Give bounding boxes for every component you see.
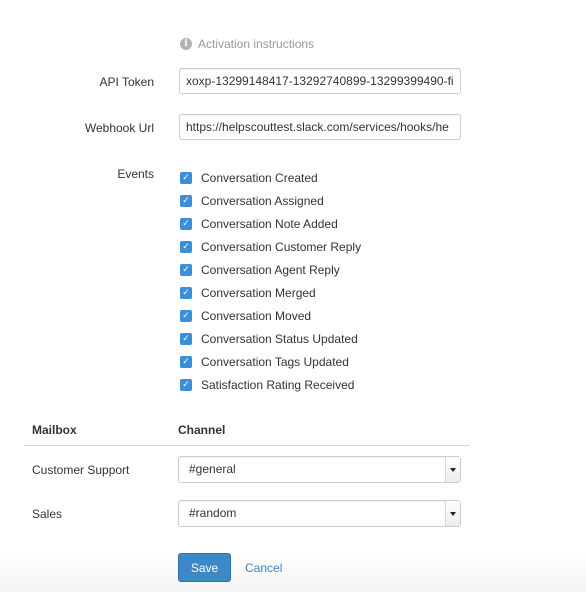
events-checkbox-list: ✓ Conversation Created ✓ Conversation Assi… bbox=[180, 166, 361, 396]
channel-column-header: Channel bbox=[178, 423, 226, 437]
checkbox-checked-icon[interactable]: ✓ bbox=[180, 286, 192, 299]
event-conversation-assigned[interactable]: ✓ Conversation Assigned bbox=[180, 189, 361, 212]
select-value: #random bbox=[189, 506, 237, 520]
bottom-fade bbox=[0, 552, 586, 592]
event-conversation-moved[interactable]: ✓ Conversation Moved bbox=[180, 304, 361, 327]
mailbox-column-header: Mailbox bbox=[32, 423, 77, 437]
checkbox-checked-icon[interactable]: ✓ bbox=[180, 263, 192, 276]
mailbox-name: Sales bbox=[32, 507, 63, 521]
mailbox-name: Customer Support bbox=[32, 463, 130, 477]
checkbox-checked-icon[interactable]: ✓ bbox=[180, 171, 192, 184]
webhook-url-label: Webhook Url bbox=[84, 121, 154, 135]
event-label: Conversation Customer Reply bbox=[201, 239, 362, 254]
checkbox-checked-icon[interactable]: ✓ bbox=[180, 332, 192, 345]
event-conversation-note-added[interactable]: ✓ Conversation Note Added bbox=[180, 212, 361, 235]
event-conversation-tags-updated[interactable]: ✓ Conversation Tags Updated bbox=[180, 350, 361, 373]
checkbox-checked-icon[interactable]: ✓ bbox=[180, 378, 192, 391]
event-label: Conversation Assigned bbox=[201, 193, 324, 208]
event-conversation-agent-reply[interactable]: ✓ Conversation Agent Reply bbox=[180, 258, 361, 281]
checkbox-checked-icon[interactable]: ✓ bbox=[180, 309, 192, 322]
checkbox-checked-icon[interactable]: ✓ bbox=[180, 217, 192, 230]
event-label: Conversation Agent Reply bbox=[201, 262, 340, 277]
events-label: Events bbox=[117, 167, 154, 181]
select-value: #general bbox=[189, 462, 236, 476]
info-icon: i bbox=[180, 38, 192, 50]
checkbox-checked-icon[interactable]: ✓ bbox=[180, 194, 192, 207]
channel-select-customer-support[interactable]: #general bbox=[178, 456, 461, 483]
channel-select-sales[interactable]: #random bbox=[178, 500, 461, 527]
api-token-label: API Token bbox=[99, 75, 154, 89]
webhook-url-input[interactable]: https://helpscouttest.slack.com/services… bbox=[179, 114, 461, 140]
dropdown-arrow-icon[interactable] bbox=[445, 457, 460, 482]
event-conversation-merged[interactable]: ✓ Conversation Merged bbox=[180, 281, 361, 304]
save-button[interactable]: Save bbox=[178, 553, 231, 582]
cancel-link[interactable]: Cancel bbox=[245, 561, 282, 575]
event-label: Conversation Moved bbox=[201, 308, 312, 323]
event-label: Conversation Merged bbox=[201, 285, 316, 300]
event-conversation-customer-reply[interactable]: ✓ Conversation Customer Reply bbox=[180, 235, 361, 258]
table-divider bbox=[24, 445, 470, 446]
dropdown-arrow-icon[interactable] bbox=[445, 501, 460, 526]
event-label: Conversation Tags Updated bbox=[201, 354, 349, 369]
event-label: Satisfaction Rating Received bbox=[201, 377, 355, 392]
event-label: Conversation Created bbox=[201, 170, 318, 185]
event-conversation-status-updated[interactable]: ✓ Conversation Status Updated bbox=[180, 327, 361, 350]
checkbox-checked-icon[interactable]: ✓ bbox=[180, 240, 192, 253]
api-token-input[interactable]: xoxp-13299148417-13292740899-13299399490… bbox=[179, 68, 461, 94]
event-label: Conversation Status Updated bbox=[201, 331, 358, 346]
event-satisfaction-rating-received[interactable]: ✓ Satisfaction Rating Received bbox=[180, 373, 361, 396]
activation-text: Activation instructions bbox=[198, 37, 315, 51]
event-conversation-created[interactable]: ✓ Conversation Created bbox=[180, 166, 361, 189]
event-label: Conversation Note Added bbox=[201, 216, 338, 231]
activation-instructions-link[interactable]: i Activation instructions bbox=[180, 37, 314, 51]
checkbox-checked-icon[interactable]: ✓ bbox=[180, 355, 192, 368]
